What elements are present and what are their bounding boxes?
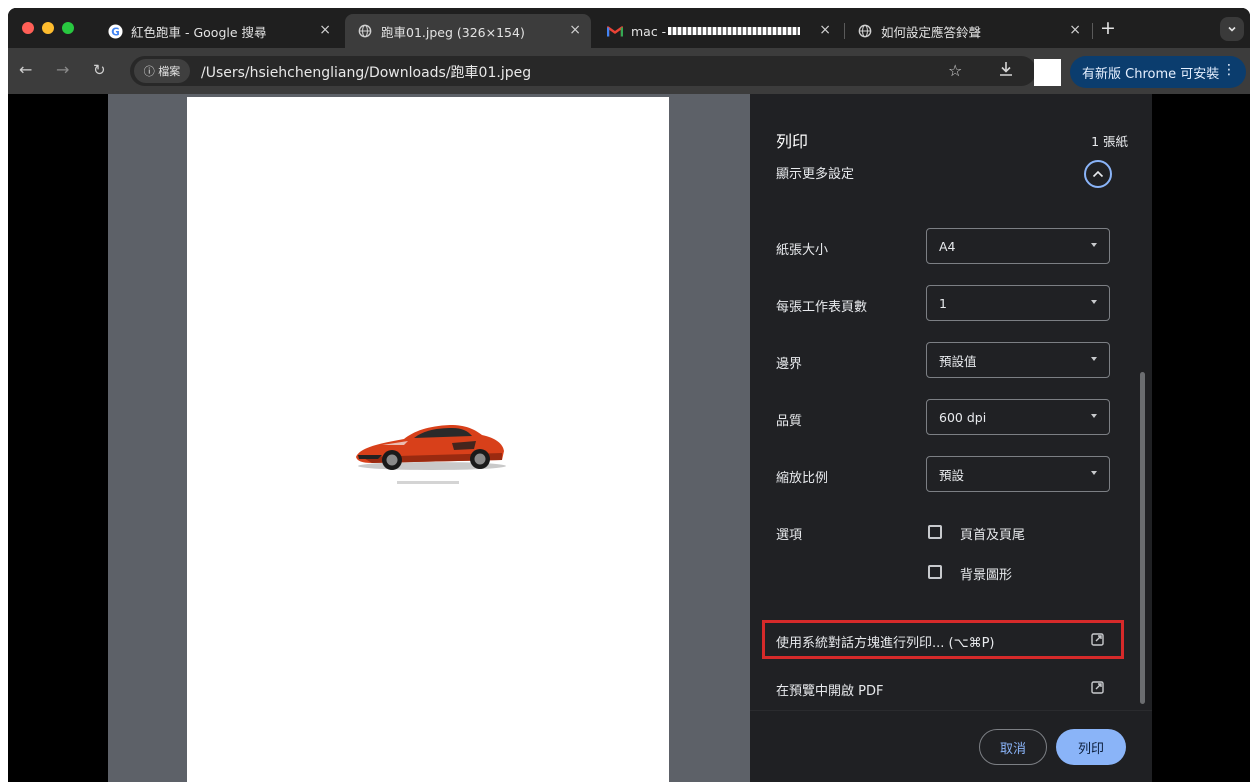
margins-select[interactable]: 預設值 [926, 342, 1110, 378]
tab-ringtone[interactable]: 如何設定應答鈴聲 × [845, 14, 1091, 48]
google-g-icon: G [107, 23, 123, 39]
more-settings-label: 顯示更多設定 [776, 167, 855, 182]
minimize-window-button[interactable] [42, 22, 54, 34]
background-graphics-checkbox[interactable] [928, 565, 942, 579]
scale-label: 縮放比例 [776, 471, 829, 486]
dropdown-caret-icon [1091, 471, 1097, 475]
browser-window: G 紅色跑車 - Google 搜尋 × 跑車01.jpeg (326×154)… [8, 8, 1250, 782]
tab-google-search[interactable]: G 紅色跑車 - Google 搜尋 × [95, 14, 341, 48]
chrome-update-button[interactable]: 有新版 Chrome 可安裝 ⋮ [1070, 56, 1246, 88]
dropdown-caret-icon [1091, 300, 1097, 304]
address-bar[interactable]: ⓘ 檔案 /Users/hsiehchengliang/Downloads/跑車… [130, 56, 1036, 86]
url-text[interactable]: /Users/hsiehchengliang/Downloads/跑車01.jp… [201, 62, 531, 82]
headers-footers-label: 頁首及頁尾 [960, 528, 1026, 543]
options-label: 選項 [776, 528, 803, 543]
chevron-down-icon [1228, 26, 1236, 32]
reload-icon[interactable]: ↻ [93, 61, 106, 79]
tab-close-icon[interactable]: × [1069, 22, 1081, 38]
kebab-menu-icon[interactable]: ⋮ [1222, 62, 1236, 78]
redacted-email-block [668, 27, 801, 35]
tab-search-button[interactable] [1220, 17, 1244, 41]
extension-button[interactable] [1034, 59, 1061, 86]
background-graphics-label: 背景圖形 [960, 568, 1013, 583]
headers-footers-checkbox[interactable] [928, 525, 942, 539]
tab-image[interactable]: 跑車01.jpeg (326×154) × [345, 14, 591, 48]
tab-strip: G 紅色跑車 - Google 搜尋 × 跑車01.jpeg (326×154)… [8, 8, 1250, 48]
tab-title: 如何設定應答鈴聲 [881, 24, 982, 40]
globe-icon [357, 23, 373, 39]
tab-title: 紅色跑車 - Google 搜尋 [131, 24, 267, 40]
sheet-count: 1 張紙 [1091, 134, 1128, 149]
print-dialog: 列印 1 張紙 顯示更多設定 紙張大小 A4 每張工作表頁數 1 邊界 預設值 … [750, 94, 1152, 782]
update-label: 有新版 Chrome 可安裝 [1082, 66, 1220, 82]
dropdown-caret-icon [1091, 243, 1097, 247]
bookmark-star-icon[interactable]: ☆ [948, 61, 962, 80]
tab-close-icon[interactable]: × [569, 22, 581, 38]
margins-value: 預設值 [939, 353, 977, 369]
dialog-footer: 取消 列印 [750, 710, 1152, 782]
system-dialog-link[interactable]: 使用系統對話方塊進行列印... (⌥⌘P) [776, 632, 995, 651]
paper-size-value: A4 [939, 238, 956, 254]
quality-value: 600 dpi [939, 409, 987, 425]
quality-label: 品質 [776, 414, 803, 429]
dropdown-caret-icon [1091, 357, 1097, 361]
pages-per-sheet-value: 1 [939, 295, 947, 311]
gmail-m-icon [607, 23, 623, 39]
open-external-icon[interactable] [1091, 679, 1104, 698]
download-icon[interactable] [998, 61, 1014, 81]
margins-label: 邊界 [776, 357, 803, 372]
print-button[interactable]: 列印 [1056, 729, 1126, 765]
paper-size-select[interactable]: A4 [926, 228, 1110, 264]
dropdown-caret-icon [1091, 414, 1097, 418]
globe-icon [857, 23, 873, 39]
toolbar: ← → ↻ ⓘ 檔案 /Users/hsiehchengliang/Downlo… [8, 48, 1250, 94]
tab-close-icon[interactable]: × [819, 22, 831, 38]
tab-separator [1092, 23, 1093, 39]
site-info-chip[interactable]: ⓘ 檔案 [134, 59, 190, 83]
close-window-button[interactable] [22, 22, 34, 34]
scale-select[interactable]: 預設 [926, 456, 1110, 492]
cancel-button[interactable]: 取消 [979, 729, 1047, 765]
settings-scrollbar[interactable] [1140, 372, 1145, 704]
collapse-settings-button[interactable] [1084, 160, 1112, 188]
open-pdf-preview-link[interactable]: 在預覽中開啟 PDF [776, 680, 883, 699]
pages-per-sheet-select[interactable]: 1 [926, 285, 1110, 321]
open-external-icon[interactable] [1091, 631, 1104, 650]
maximize-window-button[interactable] [62, 22, 74, 34]
sports-car-image [356, 425, 506, 470]
tab-close-icon[interactable]: × [319, 22, 331, 38]
preview-page [187, 97, 669, 782]
print-dialog-title: 列印 [776, 132, 809, 151]
new-tab-button[interactable]: + [1100, 17, 1116, 39]
tab-title: 跑車01.jpeg (326×154) [381, 24, 525, 40]
forward-arrow-icon[interactable]: → [56, 60, 69, 79]
chevron-up-icon [1092, 170, 1104, 178]
back-arrow-icon[interactable]: ← [19, 60, 32, 79]
tab-gmail[interactable]: mac - × [595, 14, 841, 48]
pages-per-sheet-label: 每張工作表頁數 [776, 300, 868, 315]
scale-value: 預設 [939, 467, 965, 483]
quality-select[interactable]: 600 dpi [926, 399, 1110, 435]
svg-text:G: G [111, 26, 119, 38]
image-caption-text [397, 481, 459, 484]
tab-title: mac - [631, 23, 667, 39]
paper-size-label: 紙張大小 [776, 243, 829, 258]
